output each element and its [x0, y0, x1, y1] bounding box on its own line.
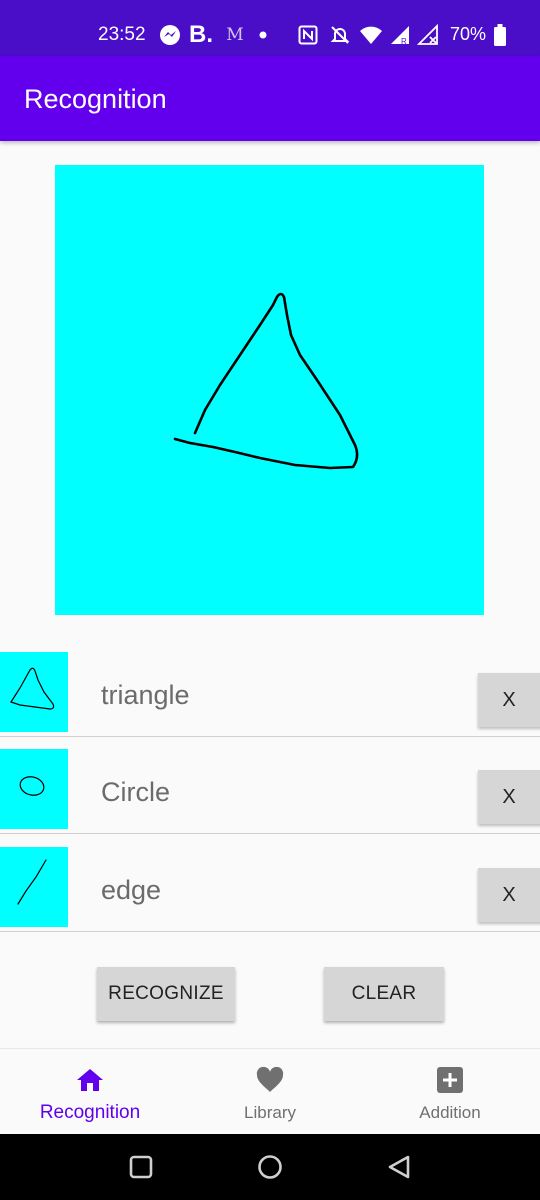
app-bar: Recognition [0, 56, 540, 141]
delete-gesture-button[interactable]: X [478, 868, 540, 922]
b-app-icon: B. [189, 21, 213, 48]
triangle-thumbnail [0, 652, 68, 732]
delete-gesture-button[interactable]: X [478, 673, 540, 727]
messenger-icon [158, 22, 182, 48]
recents-icon[interactable] [128, 1154, 154, 1180]
home-circle-icon[interactable] [257, 1154, 283, 1180]
nav-item-recognition[interactable]: Recognition [0, 1049, 180, 1135]
triangle-drawing [173, 292, 359, 470]
add-box-icon [435, 1065, 465, 1095]
circle-thumbnail [0, 749, 68, 829]
list-item: Circle X [0, 749, 540, 847]
edge-thumbnail [0, 847, 68, 927]
signal-r-icon: R [388, 22, 412, 48]
gesture-label: Circle [101, 777, 171, 807]
delete-gesture-button[interactable]: X [478, 770, 540, 824]
page-title: Recognition [24, 84, 167, 114]
heart-icon [255, 1065, 285, 1095]
svg-text:R: R [401, 37, 407, 46]
divider [0, 931, 540, 932]
signal-x-icon [416, 22, 440, 48]
dot-icon [256, 22, 270, 48]
list-item: edge X [0, 847, 540, 945]
system-navigation-bar [0, 1134, 540, 1200]
back-icon[interactable] [386, 1154, 412, 1180]
divider [0, 833, 540, 834]
mute-icon [328, 22, 352, 48]
bottom-navigation: Recognition Library Addition [0, 1048, 540, 1134]
nav-item-addition[interactable]: Addition [360, 1049, 540, 1135]
status-time: 23:52 [98, 24, 146, 45]
gesture-label: triangle [101, 680, 190, 710]
list-item: triangle X [0, 652, 540, 750]
nav-label: Library [244, 1103, 296, 1122]
nav-label: Addition [419, 1103, 481, 1122]
status-bar: 23:52 B. M R 70% [0, 0, 540, 56]
wifi-icon [358, 22, 384, 48]
recognize-button[interactable]: RECOGNIZE [97, 967, 235, 1021]
drawing-canvas[interactable] [55, 165, 484, 615]
battery-icon [492, 22, 508, 48]
battery-percent: 70% [450, 24, 487, 44]
nav-item-library[interactable]: Library [180, 1049, 360, 1135]
medium-icon: M [226, 25, 244, 45]
nfc-icon [296, 22, 320, 48]
gesture-label: edge [101, 875, 162, 905]
divider [0, 736, 540, 737]
nav-label: Recognition [39, 1102, 141, 1123]
clear-button[interactable]: CLEAR [324, 967, 444, 1021]
home-icon [75, 1065, 105, 1095]
